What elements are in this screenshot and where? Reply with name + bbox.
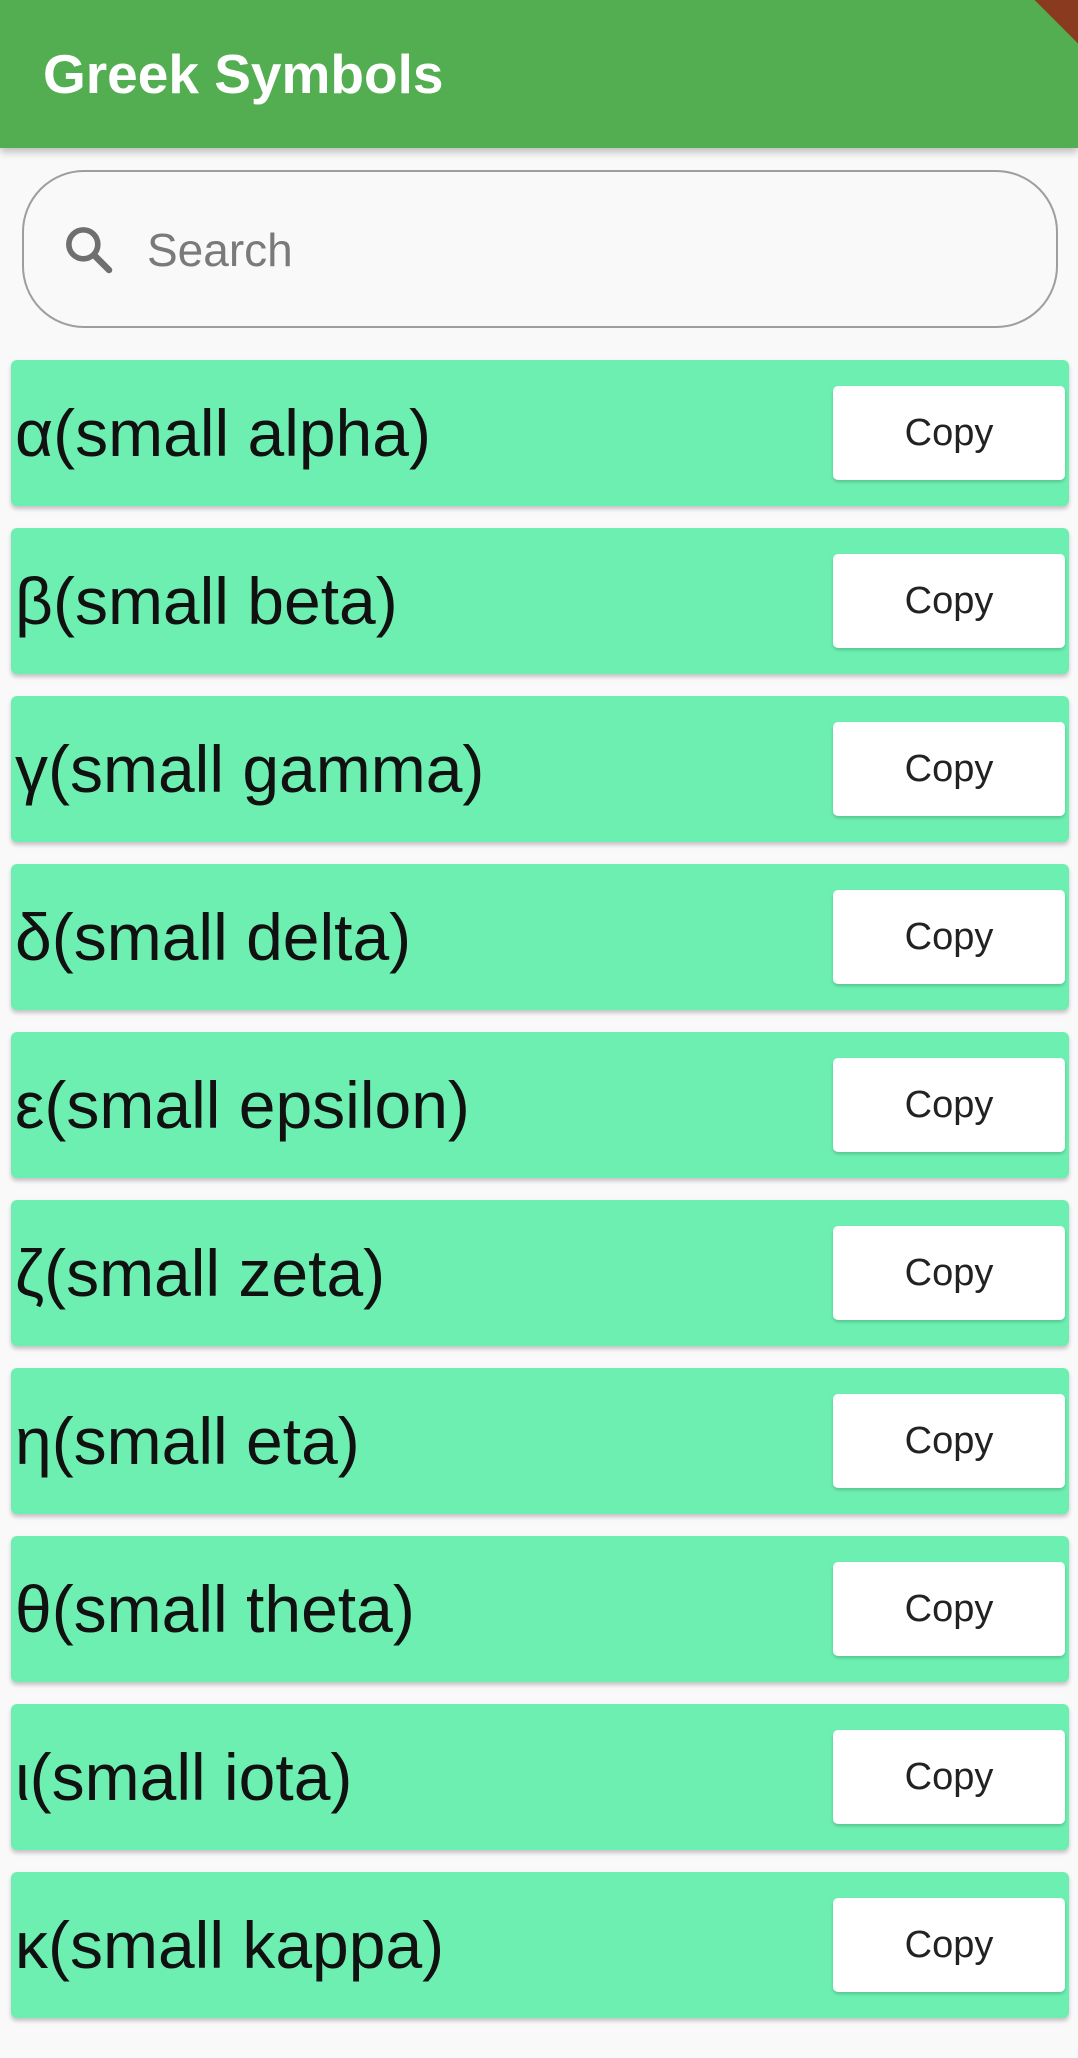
symbol-label: ε(small epsilon) bbox=[15, 1068, 470, 1142]
list-item: β(small beta) Copy bbox=[11, 528, 1069, 674]
symbol-label: η(small eta) bbox=[15, 1404, 360, 1478]
copy-button[interactable]: Copy bbox=[833, 722, 1065, 816]
search-box[interactable] bbox=[22, 170, 1058, 328]
copy-button[interactable]: Copy bbox=[833, 386, 1065, 480]
copy-button[interactable]: Copy bbox=[833, 1394, 1065, 1488]
symbol-label: β(small beta) bbox=[15, 564, 398, 638]
page-title: Greek Symbols bbox=[43, 43, 444, 105]
list-item: ι(small iota) Copy bbox=[11, 1704, 1069, 1850]
copy-button[interactable]: Copy bbox=[833, 890, 1065, 984]
copy-button[interactable]: Copy bbox=[833, 1058, 1065, 1152]
copy-button[interactable]: Copy bbox=[833, 1562, 1065, 1656]
copy-button[interactable]: Copy bbox=[833, 1226, 1065, 1320]
symbol-label: κ(small kappa) bbox=[15, 1908, 445, 1982]
list-item: γ(small gamma) Copy bbox=[11, 696, 1069, 842]
search-input[interactable] bbox=[147, 212, 1007, 288]
copy-button[interactable]: Copy bbox=[833, 554, 1065, 648]
symbol-label: ζ(small zeta) bbox=[15, 1236, 386, 1310]
app-bar: Greek Symbols bbox=[0, 0, 1078, 148]
copy-button[interactable]: Copy bbox=[833, 1730, 1065, 1824]
list-item: ε(small epsilon) Copy bbox=[11, 1032, 1069, 1178]
debug-banner bbox=[981, 0, 1078, 75]
copy-button[interactable]: Copy bbox=[833, 1898, 1065, 1992]
symbol-label: α(small alpha) bbox=[15, 396, 431, 470]
list-item: η(small eta) Copy bbox=[11, 1368, 1069, 1514]
list-item: α(small alpha) Copy bbox=[11, 360, 1069, 506]
symbol-label: θ(small theta) bbox=[15, 1572, 415, 1646]
symbol-label: δ(small delta) bbox=[15, 900, 412, 974]
list-item: δ(small delta) Copy bbox=[11, 864, 1069, 1010]
list-item: κ(small kappa) Copy bbox=[11, 1872, 1069, 2018]
list-item: ζ(small zeta) Copy bbox=[11, 1200, 1069, 1346]
symbol-label: ι(small iota) bbox=[15, 1740, 353, 1814]
list-item: θ(small theta) Copy bbox=[11, 1536, 1069, 1682]
symbol-label: γ(small gamma) bbox=[15, 732, 485, 806]
search-icon bbox=[60, 221, 116, 277]
